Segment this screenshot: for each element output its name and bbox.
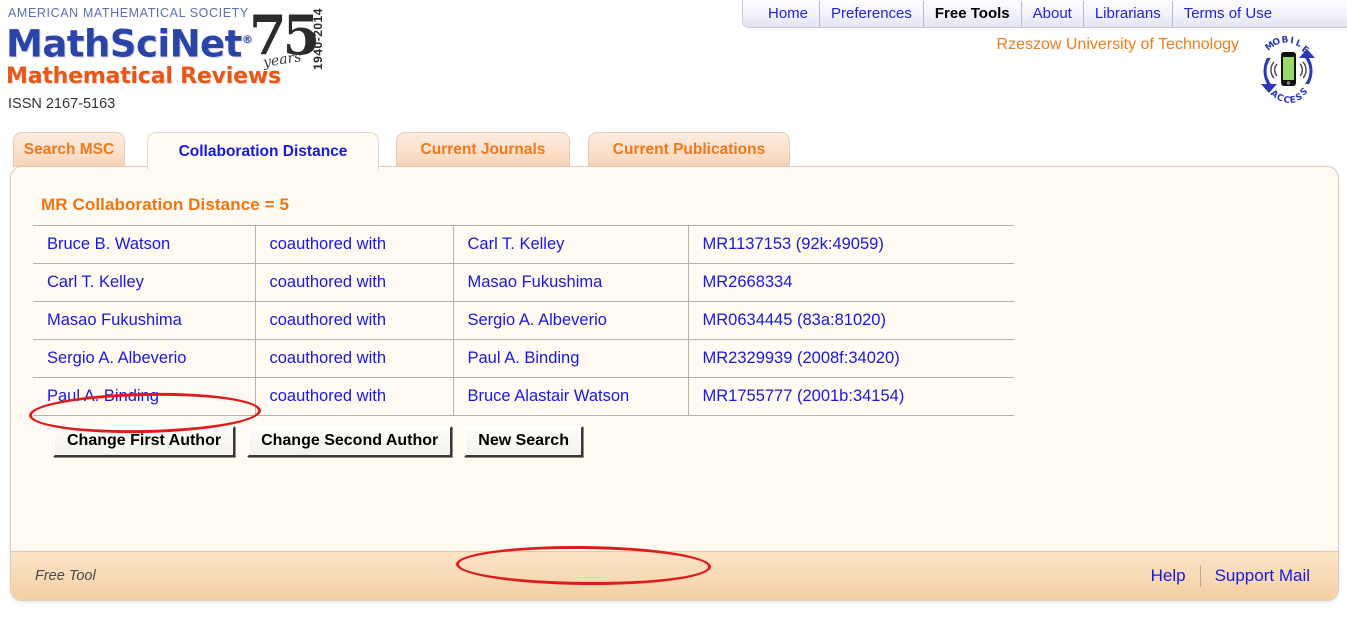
nav-item-terms-of-use[interactable]: Terms of Use <box>1173 1 1278 27</box>
author-b-link[interactable]: Sergio A. Albeverio <box>453 301 689 340</box>
nav-item-free-tools[interactable]: Free Tools <box>924 0 1022 27</box>
tab-current-publications[interactable]: Current Publications <box>588 132 790 167</box>
table-row: Sergio A. Albeverio coauthored with Paul… <box>33 339 1014 378</box>
nav-item-preferences[interactable]: Preferences <box>820 0 924 27</box>
nav-item-about[interactable]: About <box>1022 0 1084 27</box>
product-name-text: MathSciNet <box>6 22 242 66</box>
relation-label: coauthored with <box>255 225 454 264</box>
author-b-link[interactable]: Carl T. Kelley <box>453 225 689 264</box>
tab-strip: Search MSC Collaboration Distance Curren… <box>0 132 1347 170</box>
nav-item-home[interactable]: Home <box>757 0 821 27</box>
mr-number-link[interactable]: MR1755777 (2001b:34154) <box>688 378 1014 416</box>
change-second-author-button[interactable]: Change Second Author <box>247 426 453 457</box>
svg-text:I: I <box>1290 36 1295 46</box>
change-first-author-button[interactable]: Change First Author <box>53 426 236 457</box>
author-b-link[interactable]: Paul A. Binding <box>453 339 689 378</box>
page-root: Home Preferences Free Tools About Librar… <box>0 0 1347 635</box>
footer-links: Help Support Mail <box>1137 565 1324 587</box>
author-b-link[interactable]: Bruce Alastair Watson <box>453 377 689 416</box>
mr-number-link[interactable]: MR2668334 <box>688 264 1014 302</box>
relation-label: coauthored with <box>255 263 454 302</box>
relation-label: coauthored with <box>255 377 454 416</box>
author-a-link[interactable]: Sergio A. Albeverio <box>33 339 256 378</box>
collaboration-distance-heading: MR Collaboration Distance = 5 <box>41 195 290 214</box>
author-a-link[interactable]: Paul A. Binding <box>33 377 256 416</box>
issn-text: ISSN 2167-5163 <box>8 96 116 113</box>
author-a-link[interactable]: Masao Fukushima <box>33 301 256 340</box>
mr-number-link[interactable]: MR1137153 (92k:49059) <box>688 226 1014 264</box>
anniversary-dates: 1940-2014 <box>311 8 325 70</box>
table-row: Bruce B. Watson coauthored with Carl T. … <box>33 225 1014 264</box>
content-panel: MR Collaboration Distance = 5 Bruce B. W… <box>10 166 1339 601</box>
author-b-link[interactable]: Masao Fukushima <box>453 263 689 302</box>
institution-name: Rzeszow University of Technology <box>996 36 1239 53</box>
nav-item-librarians[interactable]: Librarians <box>1084 0 1173 27</box>
tab-search-msc[interactable]: Search MSC <box>13 132 125 167</box>
support-mail-link[interactable]: Support Mail <box>1201 566 1324 586</box>
author-a-link[interactable]: Carl T. Kelley <box>33 263 256 302</box>
free-tool-label: Free Tool <box>35 568 96 584</box>
top-navigation-bar: Home Preferences Free Tools About Librar… <box>742 0 1347 28</box>
mobile-access-icon[interactable]: M O B I L E A C C E S S <box>1253 35 1323 106</box>
table-row: Paul A. Binding coauthored with Bruce Al… <box>33 377 1014 416</box>
relation-label: coauthored with <box>255 339 454 378</box>
help-link[interactable]: Help <box>1137 566 1200 586</box>
author-a-link[interactable]: Bruce B. Watson <box>33 225 256 264</box>
table-row: Carl T. Kelley coauthored with Masao Fuk… <box>33 263 1014 302</box>
svg-text:B: B <box>1281 36 1289 46</box>
mr-number-link[interactable]: MR2329939 (2008f:34020) <box>688 340 1014 378</box>
anniversary-badge: 75 years 1940-2014 <box>249 8 331 80</box>
tab-collaboration-distance[interactable]: Collaboration Distance <box>147 132 379 170</box>
collaboration-path-table: Bruce B. Watson coauthored with Carl T. … <box>33 225 1014 416</box>
panel-footer: Free Tool Help Support Mail <box>11 551 1338 600</box>
new-search-button[interactable]: New Search <box>464 426 583 457</box>
tab-current-journals[interactable]: Current Journals <box>396 132 570 167</box>
relation-label: coauthored with <box>255 301 454 340</box>
action-button-row: Change First Author Change Second Author… <box>53 426 583 457</box>
table-row: Masao Fukushima coauthored with Sergio A… <box>33 301 1014 340</box>
mathscinet-logo[interactable]: AMERICAN MATHEMATICAL SOCIETY MathSciNet… <box>6 6 336 118</box>
mr-number-link[interactable]: MR0634445 (83a:81020) <box>688 302 1014 340</box>
